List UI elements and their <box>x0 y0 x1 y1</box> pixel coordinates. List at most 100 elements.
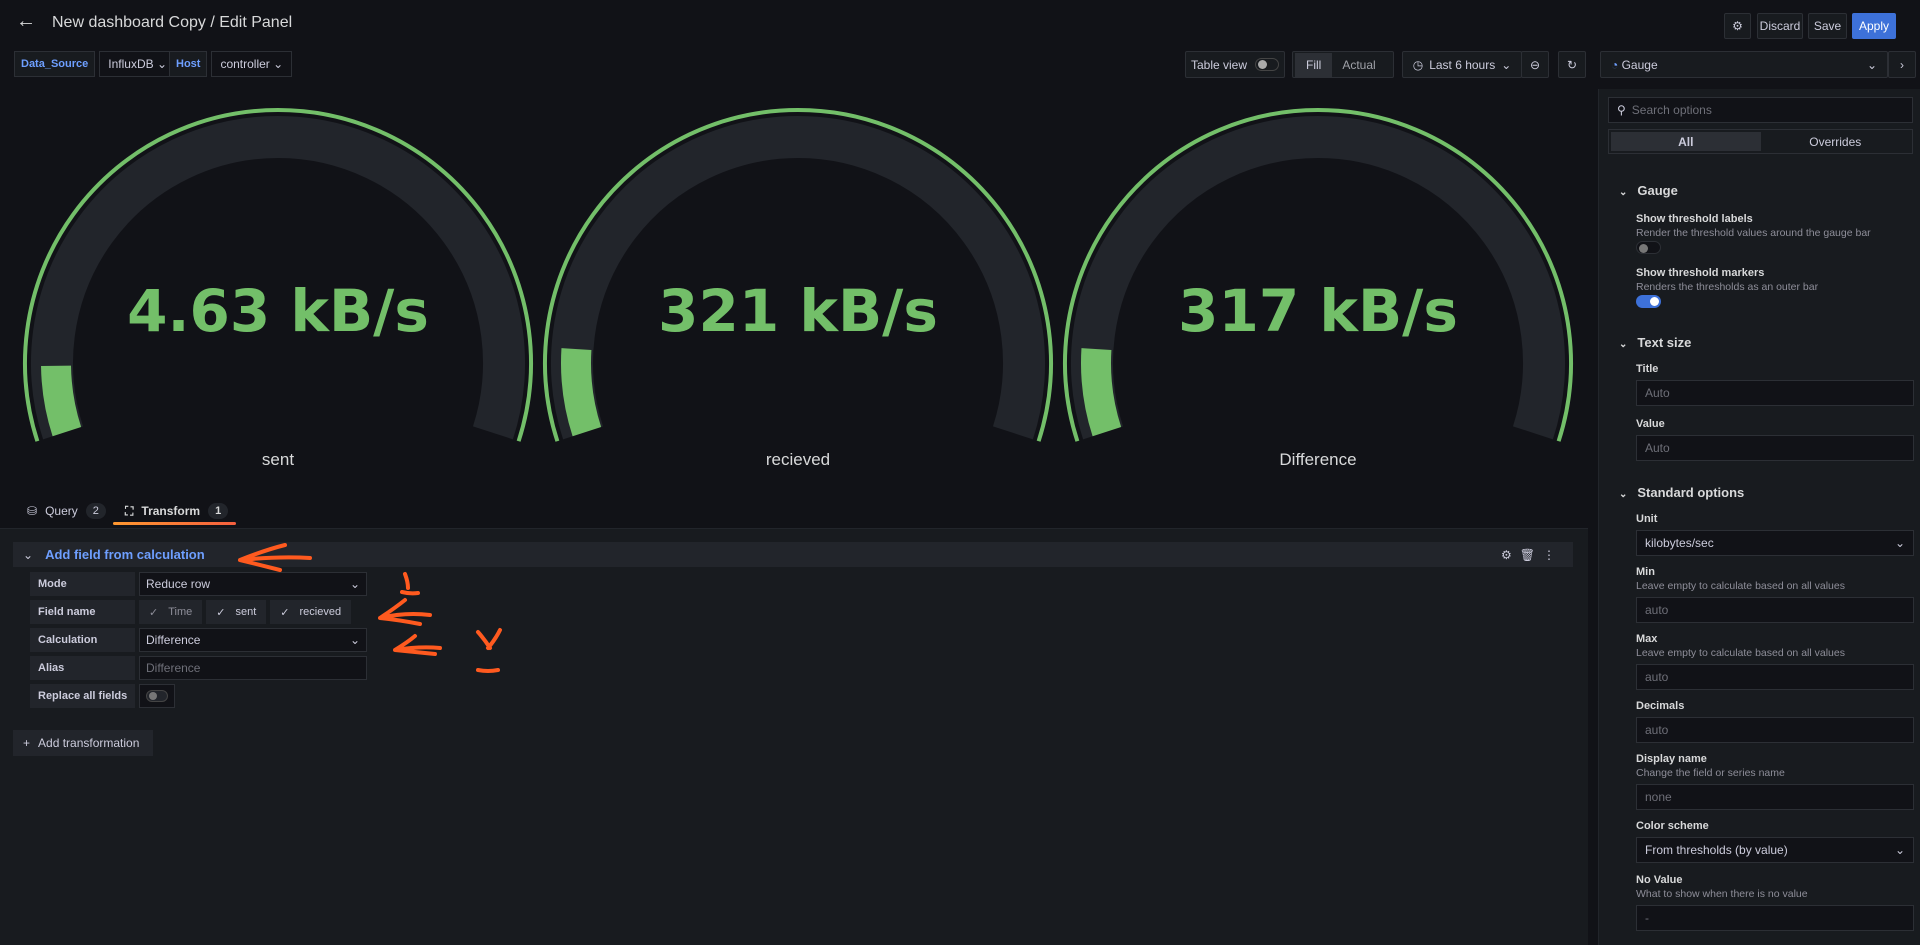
replace-row: Replace all fields <box>30 684 175 708</box>
fill-actual-group: Fill Actual <box>1292 51 1394 78</box>
display-name-input[interactable]: none <box>1636 784 1914 810</box>
trash-icon[interactable]: 🗑 <box>1520 548 1543 562</box>
refresh-icon[interactable]: ↻ <box>1558 51 1586 78</box>
chevron-down-icon: ⌄ <box>1619 187 1628 198</box>
decimals-input[interactable]: auto <box>1636 717 1914 743</box>
gauge-value-arc <box>1081 348 1122 437</box>
check-icon: ✓ <box>280 606 290 619</box>
max-label: Max <box>1636 633 1658 645</box>
color-scheme-label: Color scheme <box>1636 820 1709 832</box>
back-arrow-icon[interactable]: ← <box>16 10 36 33</box>
mode-row: Mode Reduce row ⌄ <box>30 572 367 596</box>
table-view-toggle[interactable]: Table view <box>1185 51 1285 78</box>
variable-select[interactable]: controller ⌄ <box>211 51 293 77</box>
apply-button[interactable]: Apply <box>1852 13 1896 39</box>
threshold-labels-toggle[interactable] <box>1636 241 1661 254</box>
field-chip-label: recieved <box>299 606 342 618</box>
variable-host[interactable]: Host controller ⌄ <box>169 51 293 77</box>
gauge-threshold-ring <box>1063 107 1573 442</box>
min-input[interactable]: auto <box>1636 597 1914 623</box>
mode-select[interactable]: Reduce row ⌄ <box>139 572 367 596</box>
chevron-down-icon[interactable]: ⌄ <box>23 548 33 562</box>
gauge-value: 321 kB/s <box>658 277 938 345</box>
mode-label: Mode <box>30 572 135 596</box>
add-transformation-button[interactable]: + Add transformation <box>13 730 153 756</box>
chevron-down-icon: ⌄ <box>1894 536 1905 550</box>
calculation-select[interactable]: Difference ⌄ <box>139 628 367 652</box>
unit-select[interactable]: kilobytes/sec ⌄ <box>1636 530 1914 556</box>
variable-select[interactable]: InfluxDB ⌄ <box>99 51 177 77</box>
gauge-value: 4.63 kB/s <box>127 277 429 345</box>
gauge-section-header[interactable]: ⌄ Gauge <box>1619 183 1678 198</box>
chevron-down-icon: ⌄ <box>1866 57 1877 72</box>
tab-transform[interactable]: ⛶ Transform 1 <box>125 503 229 519</box>
standard-options-section-header[interactable]: ⌄ Standard options <box>1619 485 1744 500</box>
tab-query[interactable]: ⛁ Query 2 <box>27 503 106 519</box>
gauge-label: Difference <box>1279 450 1357 469</box>
value-size-label: Value <box>1636 418 1665 430</box>
search-icon: ⚲ <box>1617 103 1626 117</box>
title-size-input[interactable]: Auto <box>1636 380 1914 406</box>
field-chip-time[interactable]: ✓ Time <box>139 600 203 624</box>
search-options-input[interactable]: ⚲ Search options <box>1608 97 1913 123</box>
fill-button[interactable]: Fill <box>1295 52 1333 77</box>
max-desc: Leave empty to calculate based on all va… <box>1636 647 1845 659</box>
clock-icon: ◷ <box>1412 57 1424 72</box>
section-title: Text size <box>1637 335 1692 350</box>
tab-all[interactable]: All <box>1611 132 1761 151</box>
color-scheme-select[interactable]: From thresholds (by value) ⌄ <box>1636 837 1914 863</box>
transformation-header[interactable]: ⌄ Add field from calculation ⚙🗑⋮ <box>13 542 1573 567</box>
alias-input[interactable]: Difference <box>139 656 367 680</box>
section-title: Standard options <box>1637 485 1745 500</box>
drag-handle-icon[interactable]: ⋮ <box>1543 548 1563 562</box>
tab-count: 2 <box>85 503 106 519</box>
actual-button[interactable]: Actual <box>1332 53 1385 77</box>
visualization-label: Gauge <box>1621 57 1658 72</box>
transform-panel: ⌄ Add field from calculation ⚙🗑⋮ Mode Red… <box>0 528 1588 945</box>
search-placeholder: Search options <box>1631 103 1712 117</box>
section-title: Gauge <box>1637 183 1678 198</box>
min-desc: Leave empty to calculate based on all va… <box>1636 580 1845 592</box>
calculation-value: Difference <box>146 633 201 647</box>
add-transformation-label: Add transformation <box>38 736 140 750</box>
gauge-panel: 321 kB/s recieved <box>538 95 1058 495</box>
zoom-out-icon[interactable]: ⊖ <box>1521 51 1549 78</box>
tab-overrides[interactable]: Overrides <box>1761 132 1911 151</box>
debug-icon[interactable]: ⚙ <box>1501 548 1520 562</box>
page-title: New dashboard Copy / Edit Panel <box>52 14 293 31</box>
calculation-label: Calculation <box>30 628 135 652</box>
field-chip-recieved[interactable]: ✓ recieved <box>270 600 352 624</box>
discard-button[interactable]: Discard <box>1757 13 1803 39</box>
collapse-options-chevron-icon[interactable]: › <box>1888 51 1916 78</box>
tab-label: Query <box>45 504 78 518</box>
calculation-row: Calculation Difference ⌄ <box>30 628 367 652</box>
no-value-input[interactable]: - <box>1636 905 1914 931</box>
save-button[interactable]: Save <box>1808 13 1847 39</box>
active-tab-underline <box>113 522 236 525</box>
variable-value: InfluxDB <box>108 57 154 71</box>
alias-label: Alias <box>30 656 135 680</box>
transform-icon: ⛶ <box>125 503 134 518</box>
display-name-label: Display name <box>1636 753 1707 765</box>
gauge-label: sent <box>261 450 295 469</box>
settings-gear-icon[interactable]: ⚙ <box>1724 13 1751 39</box>
variable-value: controller <box>220 57 270 71</box>
alias-row: Alias Difference <box>30 656 367 680</box>
chevron-down-icon: ⌄ <box>1501 57 1512 72</box>
min-label: Min <box>1636 566 1655 578</box>
transformation-title: Add field from calculation <box>45 547 205 562</box>
replace-all-toggle[interactable] <box>139 684 175 708</box>
gauge-icon: ◔ <box>1611 57 1619 72</box>
value-size-input[interactable]: Auto <box>1636 435 1914 461</box>
gauge-label: recieved <box>765 450 831 469</box>
check-icon: ✓ <box>149 606 159 619</box>
gauge-value: 317 kB/s <box>1178 277 1458 345</box>
max-input[interactable]: auto <box>1636 664 1914 690</box>
visualization-picker[interactable]: ◔ Gauge ⌄ <box>1600 51 1888 78</box>
threshold-markers-toggle[interactable] <box>1636 295 1661 308</box>
gauge-panel: 317 kB/s Difference <box>1058 95 1578 495</box>
text-size-section-header[interactable]: ⌄ Text size <box>1619 335 1691 350</box>
time-range-picker[interactable]: ◷ Last 6 hours ⌄ <box>1402 51 1522 78</box>
field-chip-sent[interactable]: ✓ sent <box>206 600 267 624</box>
variable-data-source[interactable]: Data_Source InfluxDB ⌄ <box>14 51 177 77</box>
